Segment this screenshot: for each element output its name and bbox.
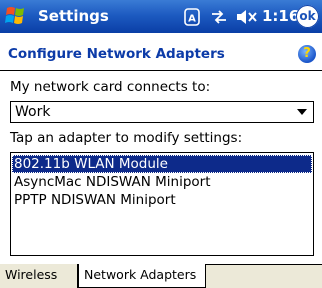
volume-icon[interactable] bbox=[236, 9, 258, 25]
list-item[interactable]: 802.11b WLAN Module bbox=[12, 155, 312, 173]
page-title: Configure Network Adapters bbox=[8, 46, 225, 62]
title-bar: Settings A 1:16 ok bbox=[0, 0, 322, 33]
header-divider bbox=[0, 70, 322, 71]
adapter-list[interactable]: 802.11b WLAN Module AsyncMac NDISWAN Min… bbox=[10, 152, 314, 256]
window-title: Settings bbox=[38, 7, 109, 25]
svg-text:A: A bbox=[188, 14, 196, 25]
ok-button[interactable]: ok bbox=[296, 5, 319, 28]
tab-network-adapters[interactable]: Network Adapters bbox=[78, 264, 206, 288]
dropdown-value: Work bbox=[15, 104, 51, 120]
start-flag-icon[interactable] bbox=[4, 4, 30, 29]
page-header: Configure Network Adapters ? bbox=[0, 33, 322, 71]
connectivity-icon[interactable] bbox=[210, 9, 228, 25]
dialer-icon[interactable]: A bbox=[184, 8, 200, 26]
tab-wireless[interactable]: Wireless bbox=[0, 264, 78, 288]
network-destination-dropdown[interactable]: Work bbox=[10, 101, 314, 123]
list-item[interactable]: AsyncMac NDISWAN Miniport bbox=[12, 173, 312, 191]
tab-bar: Wireless Network Adapters bbox=[0, 264, 322, 288]
list-item[interactable]: PPTP NDISWAN Miniport bbox=[12, 191, 312, 209]
chevron-down-icon[interactable] bbox=[297, 109, 307, 115]
clock-time[interactable]: 1:16 bbox=[262, 6, 299, 26]
adapters-label: Tap an adapter to modify settings: bbox=[10, 130, 243, 146]
help-icon[interactable]: ? bbox=[298, 45, 316, 63]
connects-to-label: My network card connects to: bbox=[10, 79, 211, 95]
